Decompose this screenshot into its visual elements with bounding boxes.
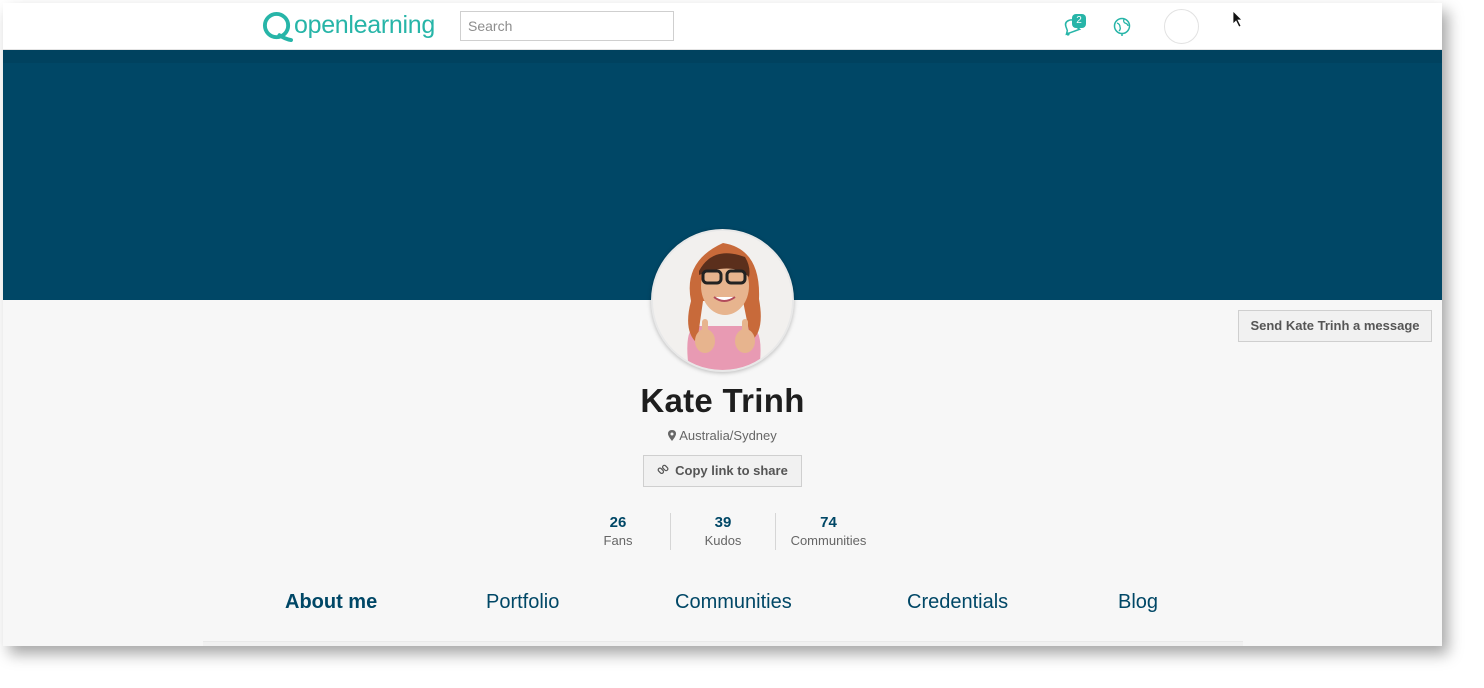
openlearning-logo[interactable]: openlearning xyxy=(262,9,435,43)
stat-label: Kudos xyxy=(704,533,742,548)
globe-icon[interactable] xyxy=(1111,15,1133,37)
user-avatar[interactable] xyxy=(1164,9,1199,44)
location-text: Australia/Sydney xyxy=(679,428,777,443)
link-icon xyxy=(657,464,669,475)
stat-label: Fans xyxy=(603,533,633,548)
logo-text: openlearning xyxy=(294,10,435,39)
profile-photo xyxy=(651,229,794,372)
tab-portfolio[interactable]: Portfolio xyxy=(486,591,559,614)
stat-value: 39 xyxy=(714,514,732,531)
tab-about-me[interactable]: About me xyxy=(285,591,377,614)
stat-value: 74 xyxy=(820,514,837,531)
top-navbar: openlearning 2 xyxy=(3,3,1442,50)
tabs-underline xyxy=(203,641,1243,646)
stat-value: 26 xyxy=(609,514,627,531)
stat-kudos[interactable]: 39 Kudos xyxy=(671,513,776,550)
copy-link-button[interactable]: Copy link to share xyxy=(643,455,802,487)
copy-link-label: Copy link to share xyxy=(675,463,788,478)
profile-name: Kate Trinh xyxy=(640,382,805,419)
tab-credentials[interactable]: Credentials xyxy=(907,591,1008,614)
banner-shadow xyxy=(3,50,1442,63)
profile-page: openlearning 2 xyxy=(3,3,1442,646)
logo-mark-icon xyxy=(262,11,293,42)
notification-badge: 2 xyxy=(1072,14,1086,28)
profile-photo-illustration xyxy=(653,231,792,370)
search-input[interactable] xyxy=(460,11,674,41)
profile-tabs: About me Portfolio Communities Credentia… xyxy=(3,591,1442,627)
tab-communities[interactable]: Communities xyxy=(675,591,792,614)
profile-stats: 26 Fans 39 Kudos 74 Communities xyxy=(566,513,881,550)
stat-fans[interactable]: 26 Fans xyxy=(566,513,671,550)
tab-blog[interactable]: Blog xyxy=(1118,591,1158,614)
send-message-button[interactable]: Send Kate Trinh a message xyxy=(1238,310,1432,342)
stat-label: Communities xyxy=(790,533,867,548)
profile-location: Australia/Sydney xyxy=(3,428,1442,443)
stat-communities[interactable]: 74 Communities xyxy=(776,513,881,550)
map-pin-icon xyxy=(668,430,677,441)
mouse-cursor-icon xyxy=(1232,10,1243,28)
